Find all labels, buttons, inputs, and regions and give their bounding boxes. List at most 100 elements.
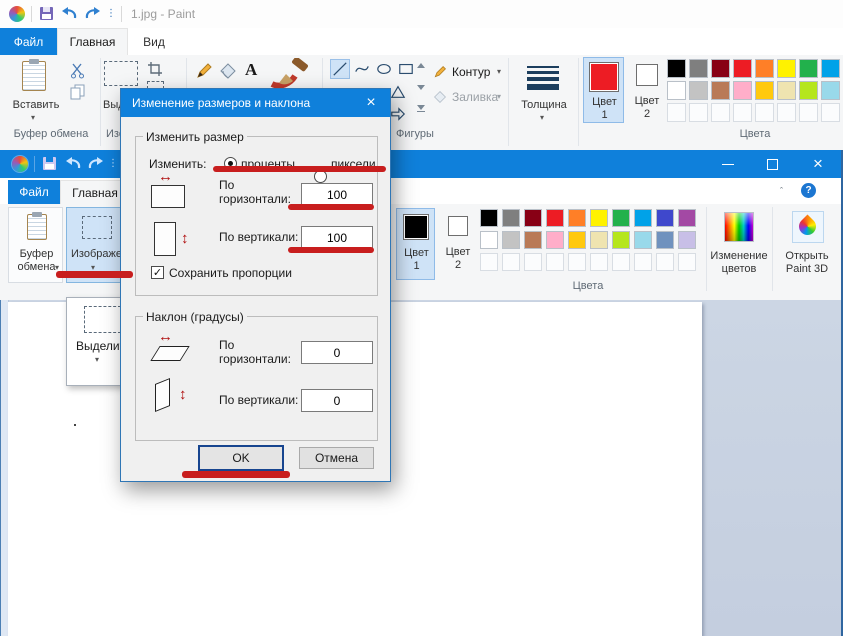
palette-color-cell[interactable] [524,209,542,227]
palette-color-cell[interactable] [590,209,608,227]
collapse-ribbon-icon[interactable]: ˆ [780,186,783,196]
copy-icon[interactable] [70,84,86,100]
palette-color-cell[interactable] [546,209,564,227]
palette-empty-cell[interactable] [777,103,796,122]
clipboard-menu-button[interactable]: Буфер обмена ▾ [8,207,63,283]
palette-color-cell[interactable] [634,231,652,249]
palette-color-cell[interactable] [546,231,564,249]
palette-color-cell[interactable] [502,231,520,249]
shape-rectangle[interactable] [396,59,416,79]
select-dropdown-arrow-icon[interactable]: ▾ [95,355,99,364]
palette-color-cell[interactable] [777,59,796,78]
skew-vertical-input[interactable] [301,389,373,412]
palette-color-cell[interactable] [502,209,520,227]
tab-file[interactable]: Файл [0,28,57,55]
palette-empty-cell[interactable] [546,253,564,271]
edit-colors-button[interactable]: Изменение цветов [710,206,768,286]
open-paint3d-button[interactable]: Открыть Paint 3D [776,206,838,286]
palette-empty-cell[interactable] [480,253,498,271]
fill-dropdown-arrow-icon[interactable]: ▾ [497,92,501,101]
size-dropdown-arrow-icon[interactable]: ▾ [540,113,544,122]
palette-color-cell[interactable] [821,81,840,100]
palette-empty-cell[interactable] [711,103,730,122]
palette-color-cell[interactable] [667,81,686,100]
paste-dropdown-arrow-icon[interactable]: ▾ [31,113,35,122]
palette-color-cell[interactable] [634,209,652,227]
palette-empty-cell[interactable] [821,103,840,122]
palette-empty-cell[interactable] [678,253,696,271]
brush-tool-icon[interactable] [268,58,308,90]
palette-color-cell[interactable] [777,81,796,100]
tab-home[interactable]: Главная [57,28,128,55]
select-tool-icon[interactable] [104,61,138,86]
color1-button[interactable]: Цвет 1 [583,57,624,123]
undo-icon[interactable] [64,156,82,171]
palette-color-cell[interactable] [755,59,774,78]
save-icon[interactable] [43,157,56,170]
keep-aspect-label[interactable]: Сохранить пропорции [169,266,292,280]
palette-color-cell[interactable] [612,231,630,249]
quick-access-chevron-icon[interactable]: ⋮ [106,8,116,19]
palette-color-cell[interactable] [689,81,708,100]
palette-color-cell[interactable] [799,59,818,78]
resize-horizontal-input[interactable] [301,183,373,206]
cut-icon[interactable] [70,63,86,79]
minimize-button[interactable] [708,150,748,178]
ok-button[interactable]: OK [198,445,284,471]
palette-empty-cell[interactable] [524,253,542,271]
quick-access-chevron-icon[interactable]: ⋮ [108,158,118,169]
tab-file[interactable]: Файл [8,180,60,204]
palette-color-cell[interactable] [678,231,696,249]
shape-curve[interactable] [352,59,372,79]
palette-color-cell[interactable] [733,81,752,100]
color2-button[interactable]: Цвет 2 [441,208,475,280]
palette-color-cell[interactable] [711,81,730,100]
shapes-scroll-up-icon[interactable] [417,63,425,68]
outline-dropdown-arrow-icon[interactable]: ▾ [497,67,501,76]
palette-color-cell[interactable] [711,59,730,78]
palette-empty-cell[interactable] [755,103,774,122]
redo-icon[interactable] [87,156,105,171]
palette-color-cell[interactable] [755,81,774,100]
palette-color-cell[interactable] [667,59,686,78]
color2-button[interactable]: Цвет 2 [629,57,665,123]
shapes-more-icon[interactable] [417,105,425,112]
palette-color-cell[interactable] [568,209,586,227]
palette-color-cell[interactable] [656,209,674,227]
shape-oval[interactable] [374,59,394,79]
paste-button[interactable]: Вставить [8,99,64,111]
palette-color-cell[interactable] [689,59,708,78]
palette-empty-cell[interactable] [568,253,586,271]
text-tool-icon[interactable]: A [245,60,257,80]
shape-arrow[interactable] [388,104,408,124]
palette-empty-cell[interactable] [590,253,608,271]
outline-button[interactable]: Контур [452,65,490,79]
palette-empty-cell[interactable] [799,103,818,122]
paste-icon[interactable] [22,61,46,91]
tab-view[interactable]: Вид [128,28,180,55]
undo-icon[interactable] [60,6,78,21]
palette-empty-cell[interactable] [502,253,520,271]
palette-color-cell[interactable] [524,231,542,249]
size-button[interactable]: Толщина [515,99,573,111]
palette-color-cell[interactable] [568,231,586,249]
palette-empty-cell[interactable] [689,103,708,122]
resize-vertical-input[interactable] [301,226,373,249]
shape-triangle[interactable] [388,82,408,102]
palette-color-cell[interactable] [656,231,674,249]
palette-empty-cell[interactable] [612,253,630,271]
shape-line[interactable] [330,59,350,79]
palette-empty-cell[interactable] [634,253,652,271]
pencil-tool-icon[interactable] [195,62,213,80]
palette-color-cell[interactable] [480,231,498,249]
keep-aspect-checkbox[interactable]: ✓ [151,266,164,279]
palette-color-cell[interactable] [480,209,498,227]
redo-icon[interactable] [84,6,102,21]
fill-shape-button[interactable]: Заливка [452,90,498,104]
select-menu-item[interactable]: Выделит [76,339,125,353]
skew-horizontal-input[interactable] [301,341,373,364]
palette-empty-cell[interactable] [667,103,686,122]
fill-tool-icon[interactable] [219,62,237,80]
palette-color-cell[interactable] [799,81,818,100]
palette-color-cell[interactable] [612,209,630,227]
